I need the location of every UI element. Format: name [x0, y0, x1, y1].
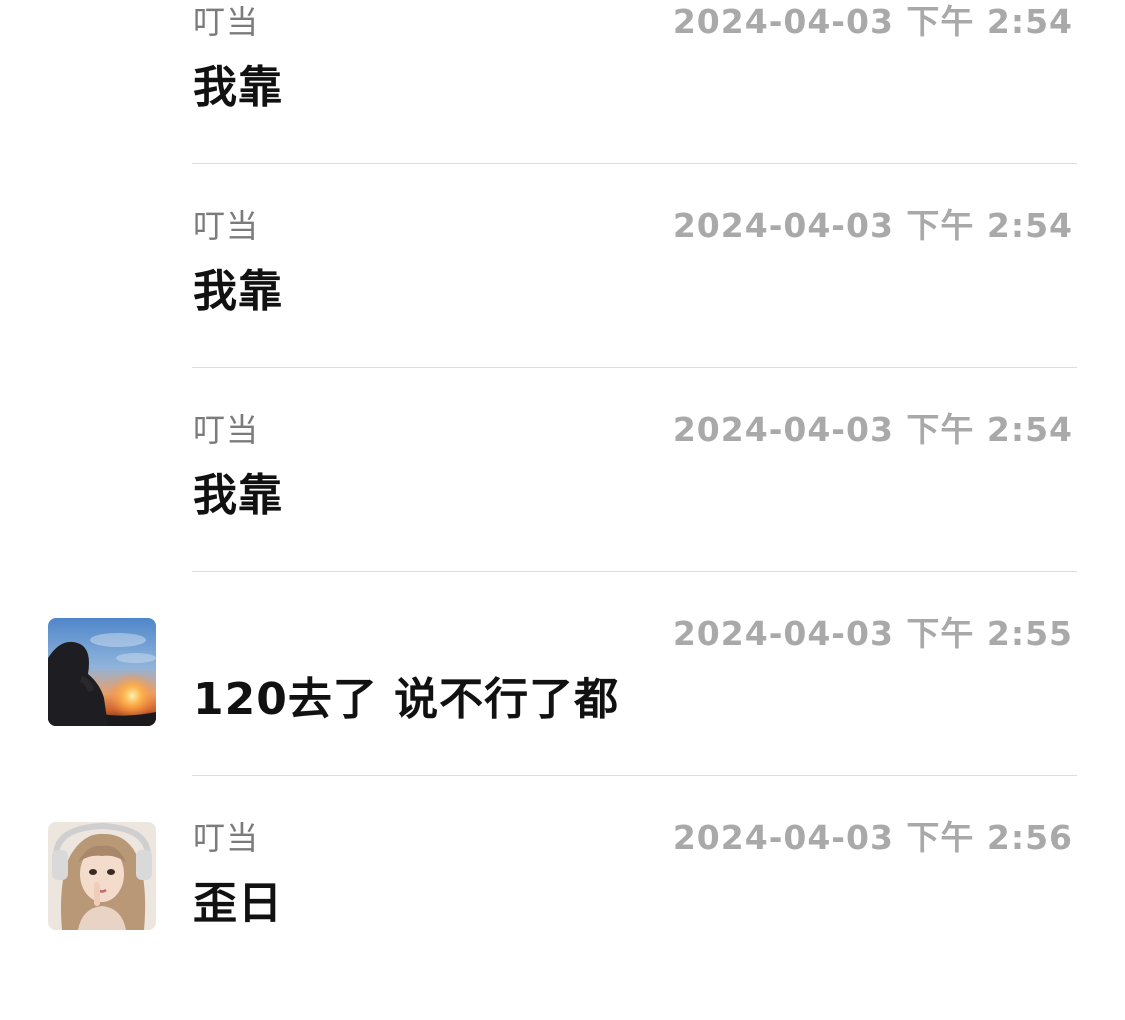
sunset-silhouette-avatar-icon: [48, 618, 156, 726]
message-time: 2024-04-03 下午 2:55: [672, 614, 1073, 653]
message-time: 2024-04-03 下午 2:54: [672, 206, 1073, 245]
message-item[interactable]: 叮当 2024-04-03 下午 2:54 我靠: [0, 408, 1125, 612]
message-list: 叮当 2024-04-03 下午 2:54 我靠 叮当 2024-04-03 下…: [0, 0, 1125, 955]
message-text: 我靠: [193, 266, 283, 317]
message-time: 2024-04-03 下午 2:56: [672, 818, 1073, 857]
sender-name: 叮当: [193, 3, 260, 41]
message-item[interactable]: 2024-04-03 下午 2:55 120去了 说不行了都: [0, 612, 1125, 816]
divider: [192, 163, 1077, 164]
message-item[interactable]: 叮当 2024-04-03 下午 2:54 我靠: [0, 204, 1125, 408]
divider: [192, 367, 1077, 368]
avatar[interactable]: [48, 618, 156, 726]
divider: [192, 571, 1077, 572]
avatar[interactable]: [48, 822, 156, 930]
message-text: 120去了 说不行了都: [193, 674, 620, 725]
girl-headphones-avatar-icon: [48, 822, 156, 930]
message-item[interactable]: 叮当 2024-04-03 下午 2:56 歪日: [0, 816, 1125, 1020]
message-time: 2024-04-03 下午 2:54: [672, 410, 1073, 449]
message-text: 我靠: [193, 62, 283, 113]
message-time: 2024-04-03 下午 2:54: [672, 2, 1073, 41]
message-item[interactable]: 叮当 2024-04-03 下午 2:54 我靠: [0, 0, 1125, 204]
sender-name: 叮当: [193, 411, 260, 449]
divider: [192, 775, 1077, 776]
sender-name: 叮当: [193, 207, 260, 245]
sender-name: 叮当: [193, 819, 260, 857]
message-text: 我靠: [193, 470, 283, 521]
message-text: 歪日: [193, 878, 283, 929]
